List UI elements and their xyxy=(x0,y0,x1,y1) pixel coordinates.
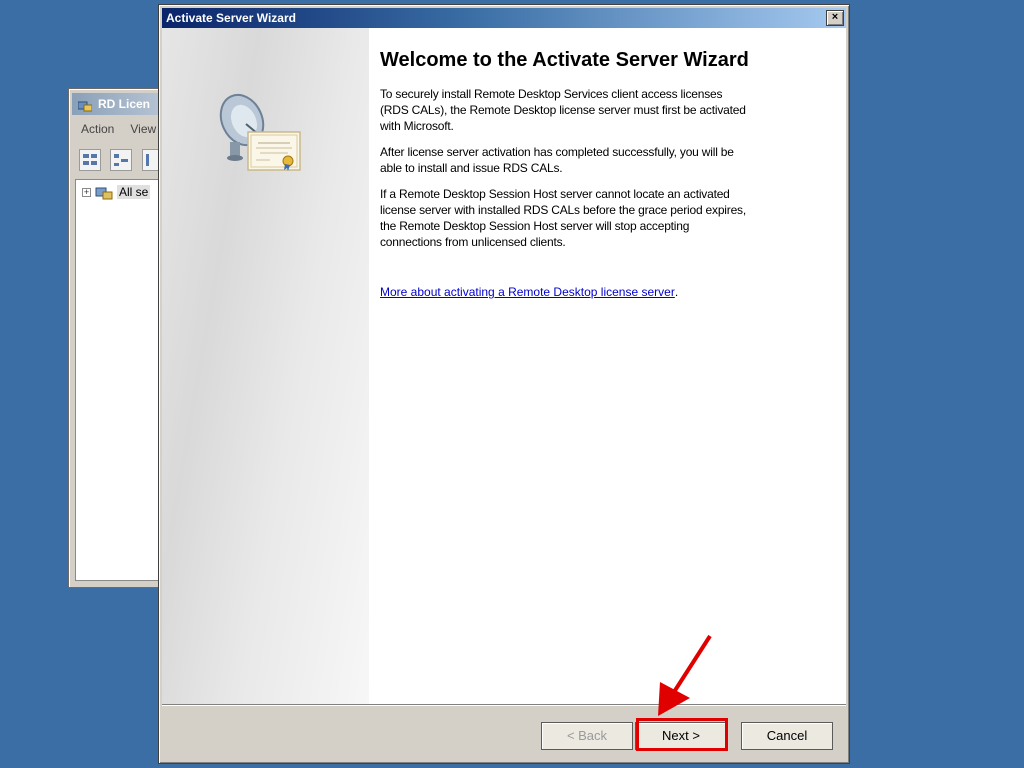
certificate-icon xyxy=(247,131,301,171)
list-view-icon xyxy=(114,154,129,166)
cancel-button[interactable]: Cancel xyxy=(741,722,833,750)
wizard-paragraph-1: To securely install Remote Desktop Servi… xyxy=(380,87,746,133)
toolbar-button-2[interactable] xyxy=(110,149,133,171)
wizard-graphic xyxy=(214,88,306,189)
wizard-paragraph-2: After license server activation has comp… xyxy=(380,145,734,175)
rd-license-manager-icon xyxy=(77,97,93,112)
wizard-paragraph-3: If a Remote Desktop Session Host server … xyxy=(380,187,746,249)
activate-server-wizard-dialog: Activate Server Wizard × Welcome to the … xyxy=(158,4,850,764)
bg-window-title: RD Licen xyxy=(98,97,151,111)
tree-item-all-servers[interactable]: + All se xyxy=(82,184,151,200)
next-button-highlight xyxy=(636,718,728,751)
servers-icon xyxy=(95,187,113,200)
wizard-content: Welcome to the Activate Server Wizard To… xyxy=(380,48,752,301)
tree-item-label: All se xyxy=(117,185,151,199)
wizard-heading: Welcome to the Activate Server Wizard xyxy=(380,49,749,71)
back-button[interactable]: < Back xyxy=(541,722,633,750)
expand-icon[interactable]: + xyxy=(82,187,91,197)
menu-view[interactable]: View xyxy=(130,122,156,136)
link-suffix: . xyxy=(674,285,679,299)
wizard-body: Welcome to the Activate Server Wizard To… xyxy=(162,28,846,704)
menu-action[interactable]: Action xyxy=(81,122,114,136)
red-arrow-annotation xyxy=(658,634,712,716)
toolbar-button-1[interactable] xyxy=(79,149,101,171)
wizard-button-bar: < Back Next > Cancel xyxy=(162,704,846,760)
desktop: RD Licen Action View + All se Activate S… xyxy=(0,0,1024,768)
wizard-title: Activate Server Wizard xyxy=(166,11,296,25)
more-about-activation-link[interactable]: More about activating a Remote Desktop l… xyxy=(380,284,675,300)
wizard-side-panel xyxy=(162,28,369,704)
wizard-titlebar[interactable]: Activate Server Wizard × xyxy=(162,8,846,28)
close-button[interactable]: × xyxy=(826,10,844,26)
tree-view-icon xyxy=(83,154,97,165)
